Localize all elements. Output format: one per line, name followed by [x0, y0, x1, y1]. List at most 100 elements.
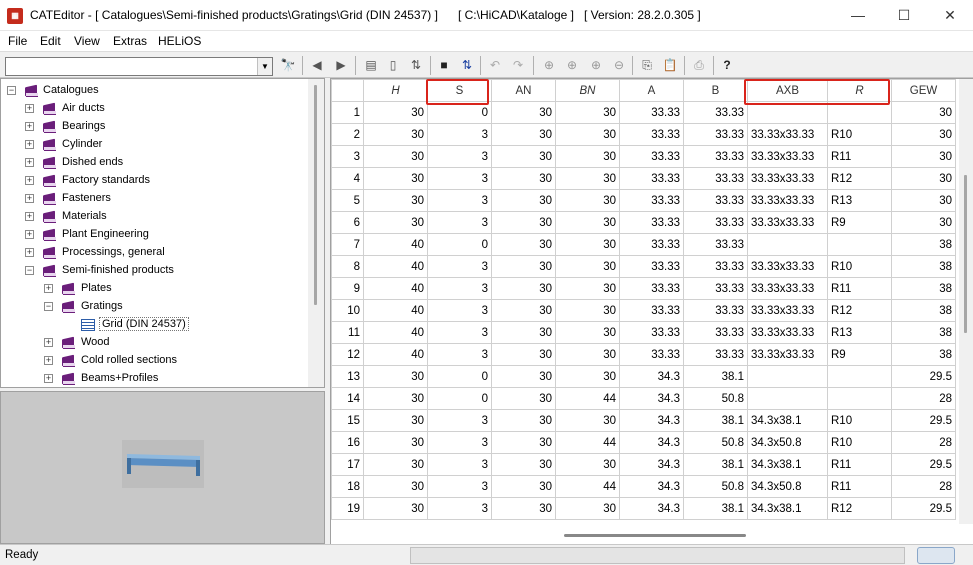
- cell-an[interactable]: 30: [491, 167, 556, 190]
- cell-h[interactable]: 30: [363, 453, 428, 476]
- cell-b[interactable]: 50.8: [683, 475, 748, 498]
- cell-an[interactable]: 30: [491, 431, 556, 454]
- grid-hscrollbar-thumb[interactable]: [564, 534, 746, 537]
- cell-bn[interactable]: 30: [555, 233, 620, 256]
- table-row[interactable]: 8 40 3 30 30 33.33 33.33 33.33x33.33 R10 38: [331, 255, 956, 278]
- tree-item-dished-ends[interactable]: + Dished ends: [25, 154, 225, 172]
- cell-gew[interactable]: 29.5: [891, 453, 956, 476]
- table-row[interactable]: 13 30 0 30 30 34.3 38.1 29.5: [331, 365, 956, 388]
- catalogue-tree[interactable]: − Catalogues + Air ducts + Bearings + Cy…: [0, 78, 325, 388]
- row-header[interactable]: 13: [331, 365, 364, 388]
- cell-r[interactable]: R12: [827, 299, 892, 322]
- print-icon[interactable]: ⎙: [690, 56, 708, 74]
- cell-bn[interactable]: 30: [555, 189, 620, 212]
- cell-a[interactable]: 33.33: [619, 233, 684, 256]
- row-header[interactable]: 12: [331, 343, 364, 366]
- cell-gew[interactable]: 38: [891, 343, 956, 366]
- cell-b[interactable]: 33.33: [683, 189, 748, 212]
- cell-b[interactable]: 33.33: [683, 277, 748, 300]
- cell-s[interactable]: 3: [427, 299, 492, 322]
- cell-r[interactable]: R12: [827, 167, 892, 190]
- column-header-bn[interactable]: BN: [555, 79, 620, 102]
- scrollbar-thumb[interactable]: [314, 85, 317, 305]
- expand-icon[interactable]: +: [25, 176, 34, 185]
- cell-s[interactable]: 3: [427, 409, 492, 432]
- add-col-left-icon[interactable]: ⊕: [540, 56, 558, 74]
- cell-s[interactable]: 3: [427, 145, 492, 168]
- row-header[interactable]: 9: [331, 277, 364, 300]
- minimize-button[interactable]: —: [835, 0, 881, 31]
- cell-a[interactable]: 33.33: [619, 145, 684, 168]
- cell-bn[interactable]: 44: [555, 475, 620, 498]
- cell-a[interactable]: 33.33: [619, 255, 684, 278]
- cell-b[interactable]: 33.33: [683, 211, 748, 234]
- cell-gew[interactable]: 38: [891, 255, 956, 278]
- cell-r[interactable]: R10: [827, 123, 892, 146]
- table-row[interactable]: 17 30 3 30 30 34.3 38.1 34.3x38.1 R11 29.5: [331, 453, 956, 476]
- cell-axb[interactable]: 33.33x33.33: [747, 277, 828, 300]
- cell-r[interactable]: R10: [827, 255, 892, 278]
- cell-axb[interactable]: 33.33x33.33: [747, 189, 828, 212]
- row-header[interactable]: 14: [331, 387, 364, 410]
- cell-h[interactable]: 30: [363, 211, 428, 234]
- cell-b[interactable]: 33.33: [683, 321, 748, 344]
- cell-s[interactable]: 3: [427, 189, 492, 212]
- cell-h[interactable]: 30: [363, 475, 428, 498]
- expand-icon[interactable]: +: [25, 194, 34, 203]
- cell-b[interactable]: 33.33: [683, 233, 748, 256]
- cell-an[interactable]: 30: [491, 233, 556, 256]
- cell-axb[interactable]: 33.33x33.33: [747, 145, 828, 168]
- tree-item-plates[interactable]: + Plates: [44, 280, 244, 298]
- help-icon[interactable]: ?: [718, 56, 736, 74]
- cell-h[interactable]: 40: [363, 321, 428, 344]
- tree-item-bearings[interactable]: + Bearings: [25, 118, 225, 136]
- binoculars-icon[interactable]: 🔭: [279, 56, 297, 74]
- tree-item-catalogues[interactable]: − Catalogues: [7, 82, 207, 100]
- tree-item-wood[interactable]: + Wood: [44, 334, 244, 352]
- cell-h[interactable]: 30: [363, 409, 428, 432]
- menu-view[interactable]: View: [74, 34, 100, 48]
- paste-icon[interactable]: 📋: [661, 56, 679, 74]
- table-row[interactable]: 15 30 3 30 30 34.3 38.1 34.3x38.1 R10 29.5: [331, 409, 956, 432]
- cell-a[interactable]: 34.3: [619, 431, 684, 454]
- cell-axb[interactable]: 33.33x33.33: [747, 167, 828, 190]
- table-row[interactable]: 4 30 3 30 30 33.33 33.33 33.33x33.33 R12 30: [331, 167, 956, 190]
- menu-helios[interactable]: HELiOS: [158, 34, 201, 48]
- cell-an[interactable]: 30: [491, 255, 556, 278]
- table-row[interactable]: 16 30 3 30 44 34.3 50.8 34.3x50.8 R10 28: [331, 431, 956, 454]
- row-header[interactable]: 1: [331, 101, 364, 124]
- cell-axb[interactable]: [747, 365, 828, 388]
- cell-b[interactable]: 38.1: [683, 409, 748, 432]
- cell-an[interactable]: 30: [491, 365, 556, 388]
- cell-a[interactable]: 33.33: [619, 167, 684, 190]
- cell-r[interactable]: [827, 387, 892, 410]
- cell-h[interactable]: 40: [363, 299, 428, 322]
- row-header[interactable]: 6: [331, 211, 364, 234]
- cell-s[interactable]: 3: [427, 453, 492, 476]
- cell-r[interactable]: R13: [827, 321, 892, 344]
- cell-gew[interactable]: 29.5: [891, 365, 956, 388]
- expand-icon[interactable]: +: [44, 284, 53, 293]
- cell-h[interactable]: 30: [363, 189, 428, 212]
- cell-axb[interactable]: [747, 387, 828, 410]
- chevron-down-icon[interactable]: ▼: [257, 58, 272, 75]
- cell-axb[interactable]: 33.33x33.33: [747, 255, 828, 278]
- cell-bn[interactable]: 44: [555, 431, 620, 454]
- cell-bn[interactable]: 30: [555, 255, 620, 278]
- cell-a[interactable]: 34.3: [619, 387, 684, 410]
- data-grid[interactable]: H S AN BN A B AXB R GEW 1 30 0 30 30 33.33 33.…: [330, 78, 973, 544]
- expand-icon[interactable]: +: [44, 356, 53, 365]
- row-header[interactable]: 7: [331, 233, 364, 256]
- cell-a[interactable]: 33.33: [619, 277, 684, 300]
- cell-gew[interactable]: 30: [891, 123, 956, 146]
- cell-bn[interactable]: 30: [555, 299, 620, 322]
- expand-icon[interactable]: +: [25, 248, 34, 257]
- cell-axb[interactable]: 34.3x38.1: [747, 409, 828, 432]
- new-doc-icon[interactable]: ▯: [384, 56, 402, 74]
- cell-h[interactable]: 30: [363, 123, 428, 146]
- cell-r[interactable]: R11: [827, 277, 892, 300]
- add-col-icon[interactable]: ⊕: [563, 56, 581, 74]
- row-header[interactable]: 10: [331, 299, 364, 322]
- menu-edit[interactable]: Edit: [40, 34, 61, 48]
- cell-an[interactable]: 30: [491, 453, 556, 476]
